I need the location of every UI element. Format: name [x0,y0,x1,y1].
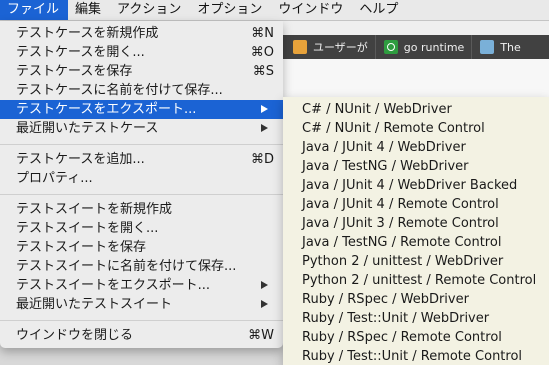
menu-item-new-test-case[interactable]: テストケースを新規作成 ⌘N [0,24,283,43]
package-icon [293,40,307,54]
bookmarks-bar: ユーザーが go runtime The [283,35,549,59]
export-format-label: Ruby / RSpec / Remote Control [302,330,502,345]
menu-item-label: テストスイートを保存 [16,240,147,255]
menu-item-new-test-suite[interactable]: テストスイートを新規作成 [0,200,283,219]
export-format-label: Ruby / RSpec / WebDriver [302,292,469,307]
menu-item-recent-test-suites[interactable]: 最近開いたテストスイート [0,295,283,314]
bookmark-item[interactable]: The [471,35,527,59]
submenu-arrow-icon [261,124,268,132]
shortcut-label: ⌘D [250,152,274,167]
menu-item-label: テストケースを追加... [16,152,145,167]
bookmark-label: go runtime [403,40,465,54]
menu-item-label: 最近開いたテストスイート [16,297,173,312]
bookmark-label: The [500,40,521,54]
export-format-item[interactable]: Java / JUnit 4 / WebDriver Backed [283,176,549,195]
toolbar-area [283,59,549,100]
export-submenu: C# / NUnit / WebDriver C# / NUnit / Remo… [283,97,549,365]
menu-item-label: ウインドウを閉じる [16,328,134,343]
menu-item-properties[interactable]: プロパティ... [0,169,283,188]
export-format-label: Java / JUnit 4 / WebDriver Backed [302,178,518,193]
menu-item-label: テストスイートを開く... [16,221,159,236]
menu-item-label: テストケースに名前を付けて保存... [16,83,223,98]
menu-help[interactable]: ヘルプ [352,0,407,20]
bookmark-label: ユーザーが [313,41,368,54]
menu-item-label: 最近開いたテストケース [16,121,159,136]
site-icon [480,40,495,54]
menu-item-export-test-suite[interactable]: テストスイートをエクスポート... [0,276,283,295]
go-icon [383,40,398,54]
export-format-item[interactable]: Java / JUnit 4 / WebDriver [283,138,549,157]
export-format-item[interactable]: C# / NUnit / WebDriver [283,100,549,119]
menu-item-recent-test-cases[interactable]: 最近開いたテストケース [0,119,283,138]
export-format-label: Ruby / Test::Unit / Remote Control [302,349,523,364]
export-format-item[interactable]: Ruby / Test::Unit / Remote Control [283,347,549,365]
menu-item-close-window[interactable]: ウインドウを閉じる ⌘W [0,326,283,345]
menu-item-label: テストケースを保存 [16,64,133,79]
export-format-item[interactable]: Java / JUnit 3 / Remote Control [283,214,549,233]
export-format-item[interactable]: Java / TestNG / Remote Control [283,233,549,252]
menu-file[interactable]: ファイル [0,0,69,20]
bookmark-item[interactable]: ユーザーが [283,35,375,59]
menu-item-save-test-case-as[interactable]: テストケースに名前を付けて保存... [0,81,283,100]
menu-item-open-test-case[interactable]: テストケースを開く... ⌘O [0,43,283,62]
menu-item-label: テストスイートに名前を付けて保存... [16,259,237,274]
export-format-item[interactable]: C# / NUnit / Remote Control [283,119,549,138]
export-format-label: Java / TestNG / Remote Control [302,235,502,250]
export-format-label: Java / TestNG / WebDriver [302,159,469,174]
export-format-label: C# / NUnit / WebDriver [302,102,452,117]
export-format-label: C# / NUnit / Remote Control [302,121,485,136]
menu-item-label: テストスイートを新規作成 [16,202,173,217]
shortcut-label: ⌘O [250,45,274,60]
bookmark-item[interactable]: go runtime [374,35,472,59]
export-format-label: Java / JUnit 3 / Remote Control [302,216,499,231]
menu-bar: ファイル 編集 アクション オプション ウインドウ ヘルプ [0,0,549,21]
menu-edit[interactable]: 編集 [68,0,110,20]
submenu-arrow-icon [261,105,268,113]
menu-item-add-test-case[interactable]: テストケースを追加... ⌘D [0,150,283,169]
menu-separator [0,144,283,145]
shortcut-label: ⌘S [252,64,274,79]
shortcut-label: ⌘N [251,26,274,41]
export-format-item[interactable]: Java / TestNG / WebDriver [283,157,549,176]
export-format-label: Java / JUnit 4 / WebDriver [302,140,466,155]
export-format-item[interactable]: Java / JUnit 4 / Remote Control [283,195,549,214]
file-menu: テストケースを新規作成 ⌘N テストケースを開く... ⌘O テストケースを保存… [0,21,283,348]
submenu-arrow-icon [261,281,268,289]
menu-item-label: テストケースをエクスポート... [16,102,197,117]
menu-item-save-test-suite[interactable]: テストスイートを保存 [0,238,283,257]
menu-window[interactable]: ウインドウ [271,0,352,20]
menu-item-export-test-case[interactable]: テストケースをエクスポート... [0,100,283,119]
export-format-label: Ruby / Test::Unit / WebDriver [302,311,490,326]
menu-item-save-test-case[interactable]: テストケースを保存 ⌘S [0,62,283,81]
export-format-label: Python 2 / unittest / WebDriver [302,254,504,269]
shortcut-label: ⌘W [248,328,274,343]
menu-separator [0,320,283,321]
menu-item-open-test-suite[interactable]: テストスイートを開く... [0,219,283,238]
export-format-item[interactable]: Python 2 / unittest / Remote Control [283,271,549,290]
menu-separator [0,194,283,195]
menu-actions[interactable]: アクション [110,0,190,20]
menu-item-save-test-suite-as[interactable]: テストスイートに名前を付けて保存... [0,257,283,276]
submenu-arrow-icon [261,300,268,308]
export-format-label: Python 2 / unittest / Remote Control [302,273,537,288]
export-format-item[interactable]: Ruby / RSpec / WebDriver [283,290,549,309]
export-format-item[interactable]: Ruby / Test::Unit / WebDriver [283,309,549,328]
export-format-label: Java / JUnit 4 / Remote Control [302,197,499,212]
menu-item-label: テストケースを新規作成 [16,26,159,41]
export-format-item[interactable]: Python 2 / unittest / WebDriver [283,252,549,271]
menu-item-label: テストスイートをエクスポート... [16,278,211,293]
export-format-item[interactable]: Ruby / RSpec / Remote Control [283,328,549,347]
menu-item-label: プロパティ... [16,171,93,186]
menu-item-label: テストケースを開く... [16,45,145,60]
menu-options[interactable]: オプション [190,0,271,20]
